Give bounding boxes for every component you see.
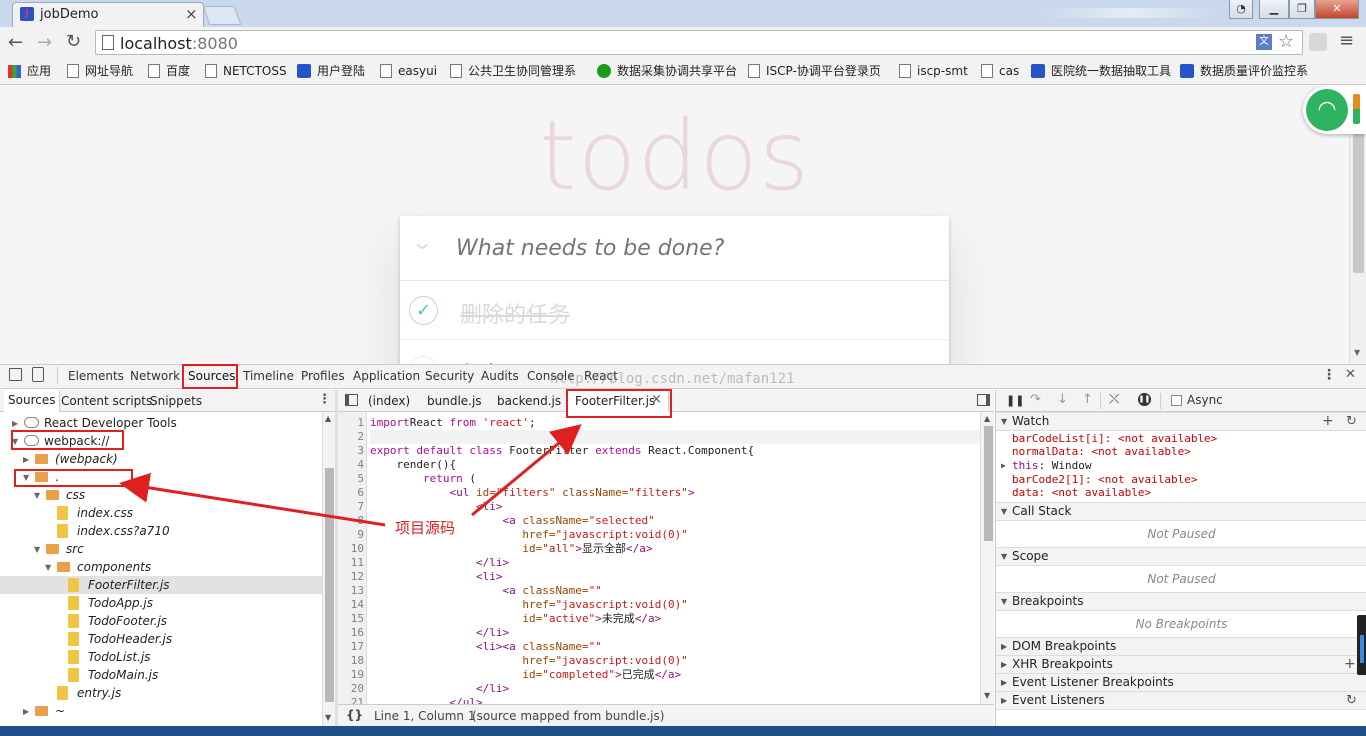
os-taskbar [0,726,1366,736]
annotation-arrows [119,424,582,527]
annotation-label: 项目源码 [395,519,456,537]
arrow-to-tab [471,424,582,517]
arrow-to-folder [119,472,386,527]
